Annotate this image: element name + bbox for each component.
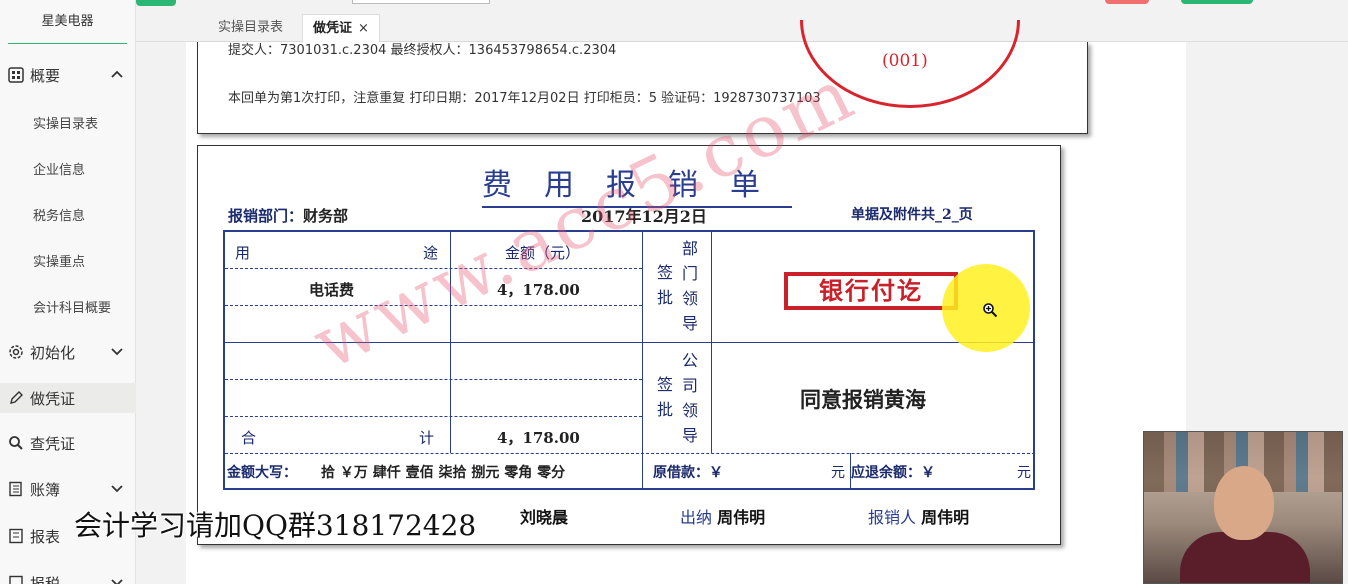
sidebar-item-tax-info[interactable]: 税务信息 bbox=[33, 205, 85, 224]
dept-leader-label: 部 门 领 导 bbox=[681, 239, 698, 333]
sidebar-item-key-points[interactable]: 实操重点 bbox=[33, 251, 85, 270]
close-icon[interactable]: × bbox=[358, 21, 369, 36]
bank-paid-stamp: 银行付讫 bbox=[784, 272, 958, 310]
seal-number: (001) bbox=[882, 51, 928, 71]
tab-bar: 实操目录表 做凭证 × bbox=[136, 10, 1348, 42]
sidebar-item-accounts-overview[interactable]: 会计科目概要 bbox=[33, 297, 111, 316]
cashier-label: 出纳 bbox=[680, 508, 713, 527]
tab-label: 实操目录表 bbox=[218, 20, 284, 35]
sidebar-group-make-voucher[interactable]: 做凭证 bbox=[0, 383, 136, 413]
chevron-up-icon bbox=[110, 68, 124, 82]
video-presenter-head bbox=[1214, 466, 1274, 540]
book-icon bbox=[8, 481, 24, 497]
sidebar-group-overview[interactable]: 概要 bbox=[0, 60, 136, 90]
sidebar-group-label: 概要 bbox=[30, 66, 61, 85]
toolbar-button-left[interactable] bbox=[136, 0, 176, 6]
col-purpose-a: 用 bbox=[235, 244, 251, 262]
sidebar-group-init[interactable]: 初始化 bbox=[0, 337, 136, 367]
approval-text: 同意报销黄海 bbox=[800, 387, 926, 412]
sidebar-group-label: 初始化 bbox=[30, 343, 76, 362]
company-leader-label: 公 司 领 导 bbox=[681, 351, 698, 445]
toolbar-button-green[interactable] bbox=[1181, 0, 1253, 4]
sidebar-group-label: 做凭证 bbox=[30, 389, 76, 408]
pen-icon bbox=[8, 390, 24, 406]
claimant-name: 周伟明 bbox=[921, 508, 970, 527]
tax-icon bbox=[8, 575, 24, 584]
tab-label: 做凭证 bbox=[313, 21, 353, 36]
claimant-row: 报销人 周伟明 bbox=[868, 504, 969, 528]
grid-icon bbox=[8, 67, 24, 83]
capital-label: 金额大写： bbox=[227, 465, 297, 481]
sidebar-group-label: 报税 bbox=[30, 574, 61, 584]
presenter-video bbox=[1143, 431, 1343, 584]
refund-label: 应退余额：￥ bbox=[851, 465, 935, 481]
toolbar-field[interactable] bbox=[352, 0, 490, 4]
chevron-down-icon bbox=[110, 482, 124, 496]
receipt-submitter: 提交人：7301031.c.2304 最终授权人：136453798654.c.… bbox=[228, 43, 617, 58]
sidebar-group-label: 账簿 bbox=[30, 480, 61, 499]
total-amount: 4，178.00 bbox=[497, 429, 580, 447]
tab-practice-directory[interactable]: 实操目录表 bbox=[208, 14, 293, 42]
form-attachments: 单据及附件共_2_页 bbox=[851, 207, 973, 223]
tab-make-voucher[interactable]: 做凭证 × bbox=[302, 14, 380, 42]
refund-unit: 元 bbox=[1017, 465, 1031, 481]
chevron-down-icon bbox=[110, 345, 124, 359]
claimant-label: 报销人 bbox=[868, 508, 917, 527]
gear-icon bbox=[8, 344, 24, 360]
total-label-b: 计 bbox=[419, 429, 435, 447]
qq-group-banner: 会计学习请加QQ群318172428 bbox=[74, 509, 477, 542]
dept-value: 财务部 bbox=[303, 207, 349, 225]
sidebar-group-label: 报表 bbox=[30, 527, 61, 546]
sidebar-group-tax[interactable]: 报税 bbox=[0, 568, 136, 584]
brand-name: 星美电器 bbox=[8, 0, 127, 44]
sidebar-group-ledger[interactable]: 账簿 bbox=[0, 474, 136, 504]
search-icon bbox=[8, 435, 24, 451]
dept-label: 报销部门： bbox=[228, 207, 304, 225]
sidebar-item-company-info[interactable]: 企业信息 bbox=[33, 159, 85, 178]
form-department: 报销部门：财务部 bbox=[228, 205, 348, 226]
company-sign-label: 签 批 bbox=[656, 375, 673, 419]
advance-label: 原借款：￥ bbox=[653, 465, 723, 481]
report-icon bbox=[8, 528, 24, 544]
sidebar-group-query-voucher[interactable]: 查凭证 bbox=[0, 428, 136, 458]
signer-name: 刘晓晨 bbox=[520, 508, 569, 527]
receipt-print-text: 本回单为第1次打印，注意重复 打印日期：2017年12月02日 打印柜员：5 验… bbox=[228, 91, 763, 106]
sidebar-item-practice-directory[interactable]: 实操目录表 bbox=[33, 113, 98, 132]
zoom-cursor-icon bbox=[982, 302, 998, 322]
capital-value: 拾 ￥万 肆仟 壹佰 柒拾 捌元 零角 零分 bbox=[321, 465, 566, 481]
advance-unit: 元 bbox=[831, 465, 845, 481]
dept-sign-label: 签 批 bbox=[656, 263, 673, 307]
chevron-down-icon bbox=[110, 576, 124, 584]
signer-row: 刘晓晨 bbox=[520, 504, 568, 528]
total-label-a: 合 bbox=[241, 429, 257, 447]
sidebar-group-label: 查凭证 bbox=[30, 434, 76, 453]
cashier-name: 周伟明 bbox=[717, 508, 766, 527]
cashier-row: 出纳 周伟明 bbox=[680, 504, 765, 528]
toolbar-button-red[interactable] bbox=[1105, 0, 1149, 4]
